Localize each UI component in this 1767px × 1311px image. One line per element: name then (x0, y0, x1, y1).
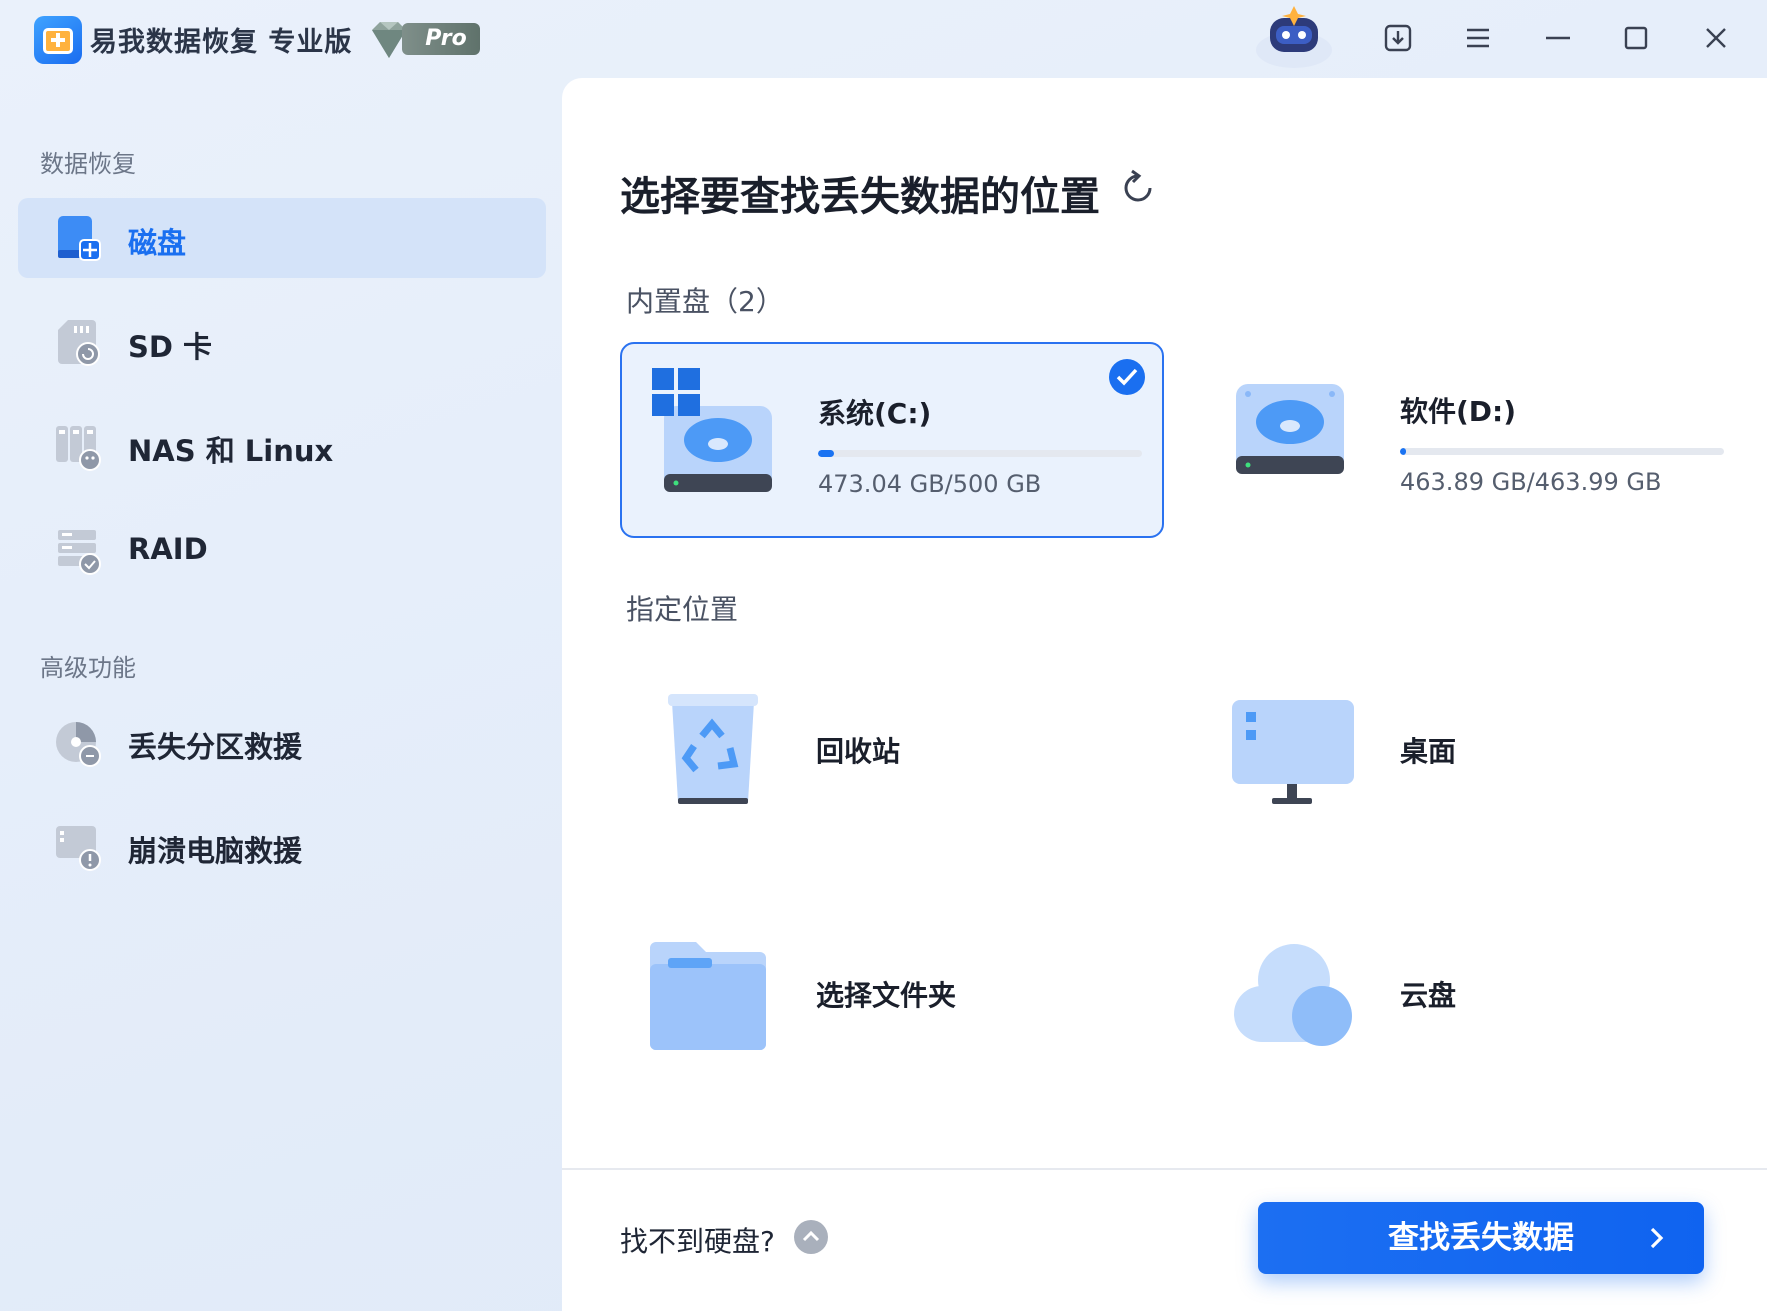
sd-card-icon (58, 320, 100, 366)
scan-button[interactable]: 查找丢失数据 (1258, 1202, 1704, 1274)
sidebar-item-label: 磁盘 (128, 226, 187, 260)
sidebar-item-lost-partition[interactable]: 丢失分区救援 (18, 702, 546, 782)
disk-icon (58, 216, 101, 261)
sidebar-item-label: NAS 和 Linux (128, 434, 334, 468)
sidebar-item-label: SD 卡 (128, 330, 213, 364)
download-button[interactable] (1378, 18, 1418, 58)
location-select-folder[interactable]: 选择文件夹 (620, 918, 1140, 1068)
cloud-icon (1234, 944, 1352, 1046)
minimize-icon (1546, 36, 1570, 40)
maximize-icon (1624, 26, 1648, 50)
sidebar-item-nas-linux[interactable]: NAS 和 Linux (18, 406, 546, 486)
sidebar-item-sd-card[interactable]: SD 卡 (18, 302, 546, 382)
drive-size: 463.89 GB/463.99 GB (1400, 468, 1662, 496)
drive-usage-bar (1400, 448, 1724, 455)
hamburger-icon (1467, 28, 1489, 48)
app-title: 易我数据恢复 专业版 (90, 27, 353, 58)
page-title: 选择要查找丢失数据的位置 (620, 174, 1100, 220)
recycle-bin-icon (668, 694, 758, 804)
scan-button-label: 查找丢失数据 (1388, 1220, 1574, 1256)
drive-name: 软件(D:) (1400, 395, 1517, 428)
menu-button[interactable] (1458, 18, 1498, 58)
cant-find-disk-text: 找不到硬盘? (620, 1225, 775, 1258)
main-panel: 选择要查找丢失数据的位置 内置盘（2） 系统(C:) 473.04 GB/500… (562, 78, 1767, 1311)
sidebar-item-label: RAID (128, 532, 208, 566)
download-icon (1384, 24, 1412, 52)
sidebar: 数据恢复 磁盘 SD 卡 NAS 和 Linux RAID 高级功能 丢失分区救… (0, 78, 560, 1311)
chevron-right-icon (1650, 1227, 1664, 1249)
location-cloud[interactable]: 云盘 (1204, 918, 1724, 1068)
internal-drives-label: 内置盘（2） (626, 285, 784, 318)
close-icon (1706, 28, 1726, 48)
pro-badge: Pro (366, 20, 480, 58)
folder-icon (650, 942, 766, 1050)
help-toggle-button[interactable] (794, 1220, 828, 1254)
location-desktop[interactable]: 桌面 (1204, 674, 1724, 824)
sidebar-item-disk[interactable]: 磁盘 (18, 198, 546, 278)
sidebar-item-crashed-pc[interactable]: 崩溃电脑救援 (18, 806, 546, 886)
location-label-text: 云盘 (1400, 979, 1457, 1012)
section-label-advanced: 高级功能 (40, 654, 136, 682)
sidebar-item-label: 崩溃电脑救援 (128, 834, 303, 868)
minimize-button[interactable] (1538, 18, 1578, 58)
title-bar: 易我数据恢复 专业版 Pro (0, 0, 1767, 78)
raid-icon (58, 530, 101, 575)
sidebar-item-label: 丢失分区救援 (128, 730, 303, 764)
chevron-up-icon (802, 1230, 820, 1242)
pro-label: Pro (402, 23, 480, 55)
assistant-robot-icon[interactable] (1248, 6, 1340, 70)
check-icon (1109, 359, 1145, 395)
location-recycle-bin[interactable]: 回收站 (620, 674, 1140, 824)
nas-icon (56, 426, 101, 471)
drive-card-c[interactable]: 系统(C:) 473.04 GB/500 GB (620, 342, 1164, 538)
crashed-pc-icon (56, 826, 101, 871)
drive-name: 系统(C:) (818, 397, 932, 430)
location-label-text: 回收站 (816, 735, 901, 768)
drive-card-d[interactable]: 软件(D:) 463.89 GB/463.99 GB (1204, 342, 1748, 538)
close-button[interactable] (1696, 18, 1736, 58)
location-label-text: 桌面 (1400, 735, 1457, 768)
desktop-icon (1232, 700, 1354, 804)
windows-drive-icon (652, 368, 772, 492)
footer-divider (562, 1168, 1767, 1170)
location-label: 指定位置 (626, 593, 739, 626)
refresh-icon[interactable] (1118, 168, 1158, 208)
drive-usage-bar (818, 450, 1142, 457)
maximize-button[interactable] (1616, 18, 1656, 58)
location-label-text: 选择文件夹 (816, 979, 957, 1012)
sidebar-item-raid[interactable]: RAID (18, 510, 546, 590)
partition-icon (56, 722, 101, 767)
hard-drive-icon (1236, 384, 1344, 474)
app-logo-icon (34, 16, 82, 64)
section-label-recovery: 数据恢复 (40, 150, 136, 178)
drive-size: 473.04 GB/500 GB (818, 470, 1042, 498)
